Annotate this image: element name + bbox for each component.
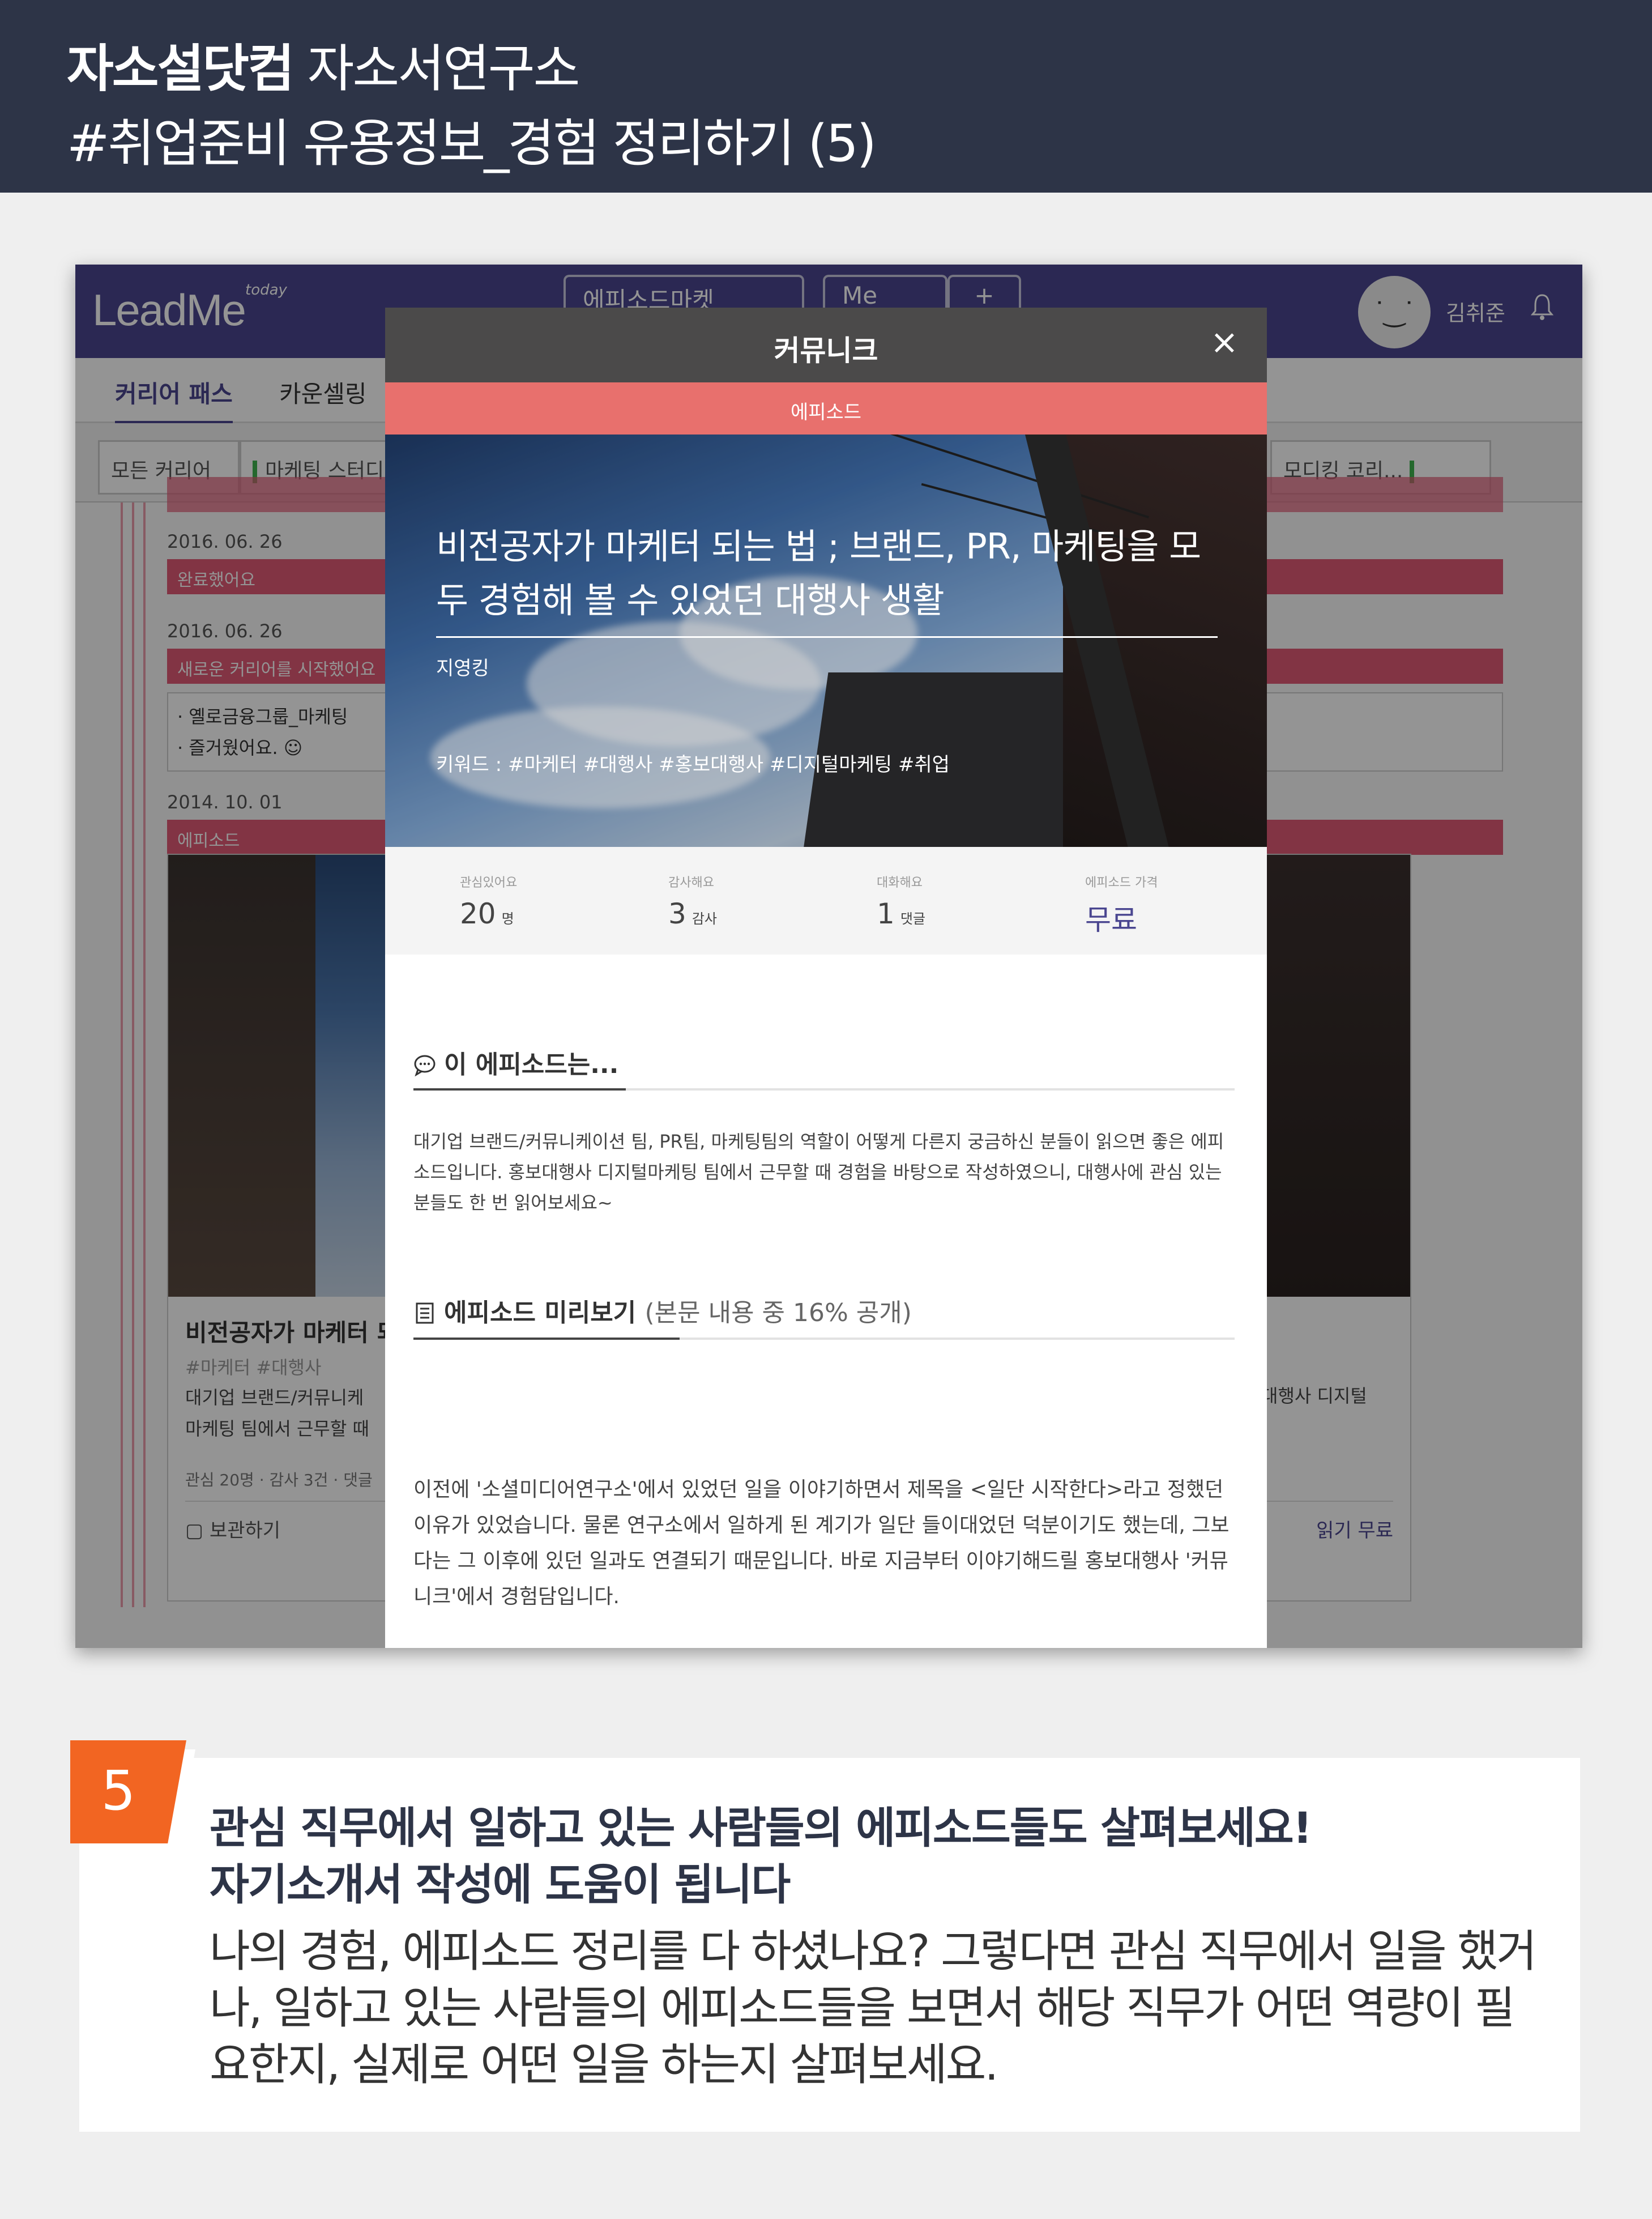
hero-shade — [385, 435, 1267, 847]
step-number: 5 — [101, 1759, 136, 1822]
stat-value: 3 — [668, 897, 686, 930]
document-icon — [416, 1302, 434, 1324]
episode-author[interactable]: 지영킹 — [436, 653, 489, 680]
stat-value: 무료 — [1085, 904, 1137, 936]
stat-label: 에피소드 가격 — [1085, 876, 1158, 890]
section-intro-body: 대기업 브랜드/커뮤니케이션 팀, PR팀, 마케팅팀의 역할이 어떻게 다른지… — [413, 1131, 1224, 1213]
section-title-text: 이 에피소드는... — [444, 1050, 619, 1079]
close-icon[interactable]: × — [1210, 322, 1239, 362]
tip-heading-2: 자기소개서 작성에 도움이 됩니다 — [210, 1859, 791, 1910]
stat-unit: 댓글 — [900, 911, 925, 927]
section-rule-accent — [413, 1088, 626, 1091]
stat-interest[interactable]: 관심있어요 20 명 — [460, 872, 517, 930]
episode-title: 비전공자가 마케터 되는 법 ; 브랜드, PR, 마케팅을 모두 경험해 볼 … — [436, 526, 1201, 621]
stat-comments[interactable]: 대화해요 1 댓글 — [877, 872, 925, 930]
banner-subtitle: #취업준비 유용정보_경험 정리하기 (5) — [67, 114, 877, 173]
stat-value: 20 — [460, 897, 496, 930]
modal-title: 커뮤니크 — [774, 334, 878, 367]
stat-thanks[interactable]: 감사해요 3 감사 — [668, 872, 717, 930]
app-screenshot: LeadMe today 에피소드마켓 Me + ˙ ͜ ˙ 김취준 커리어 패… — [75, 265, 1582, 1648]
episode-hero-image: 비전공자가 마케터 되는 법 ; 브랜드, PR, 마케팅을 모두 경험해 볼 … — [385, 435, 1267, 847]
brand-name: 자소설닷컴 — [67, 39, 294, 99]
stat-label: 대화해요 — [877, 876, 923, 890]
section-title-note: (본문 내용 중 16% 공개) — [644, 1298, 912, 1327]
episode-modal: 커뮤니크 × 에피소드 비전공자가 마케터 되는 법 ; 브랜드, PR, 마케… — [385, 308, 1267, 1648]
episode-keywords: 키워드 : #마케터 #대행사 #홍보대행사 #디지털마케팅 #취업 — [436, 753, 950, 776]
stat-unit: 명 — [501, 911, 514, 927]
section-preview-body: 이전에 '소셜미디어연구소'에서 있었던 일을 이야기하면서 제목을 <일단 시… — [413, 1478, 1230, 1608]
section-rule — [413, 1338, 1235, 1340]
section-rule — [413, 1088, 1235, 1091]
modal-ribbon: 에피소드 — [385, 382, 1267, 435]
stat-label: 관심있어요 — [460, 876, 518, 890]
stat-unit: 감사 — [691, 911, 717, 927]
episode-stats: 관심있어요 20 명 감사해요 3 감사 대화해요 1 댓글 에피소드 가격 무료 — [385, 847, 1267, 955]
tip-body: 나의 경험, 에피소드 정리를 다 하셨나요? 그렇다면 관심 직무에서 일을 … — [210, 1926, 1537, 2090]
modal-header: 커뮤니크 × — [385, 308, 1267, 382]
banner-title: 자소설닷컴 자소서연구소 — [67, 27, 580, 101]
header-banner: 자소설닷컴 자소서연구소 #취업준비 유용정보_경험 정리하기 (5) — [0, 0, 1652, 193]
stat-price: 에피소드 가격 무료 — [1085, 872, 1158, 938]
brand-section: 자소서연구소 — [307, 39, 580, 99]
tip-heading-1: 관심 직무에서 일하고 있는 사람들의 에피소드들도 살펴보세요! — [210, 1803, 1312, 1853]
divider — [436, 636, 1218, 638]
chat-bubble-icon — [414, 1055, 436, 1076]
ribbon-label: 에피소드 — [790, 401, 862, 424]
section-title-text: 에피소드 미리보기 — [444, 1298, 637, 1327]
section-rule-accent — [413, 1338, 680, 1340]
stat-value: 1 — [877, 897, 895, 930]
section-intro-title: 이 에피소드는... — [413, 1044, 618, 1080]
stat-label: 감사해요 — [668, 876, 714, 890]
section-preview-title: 에피소드 미리보기 (본문 내용 중 16% 공개) — [413, 1292, 912, 1328]
